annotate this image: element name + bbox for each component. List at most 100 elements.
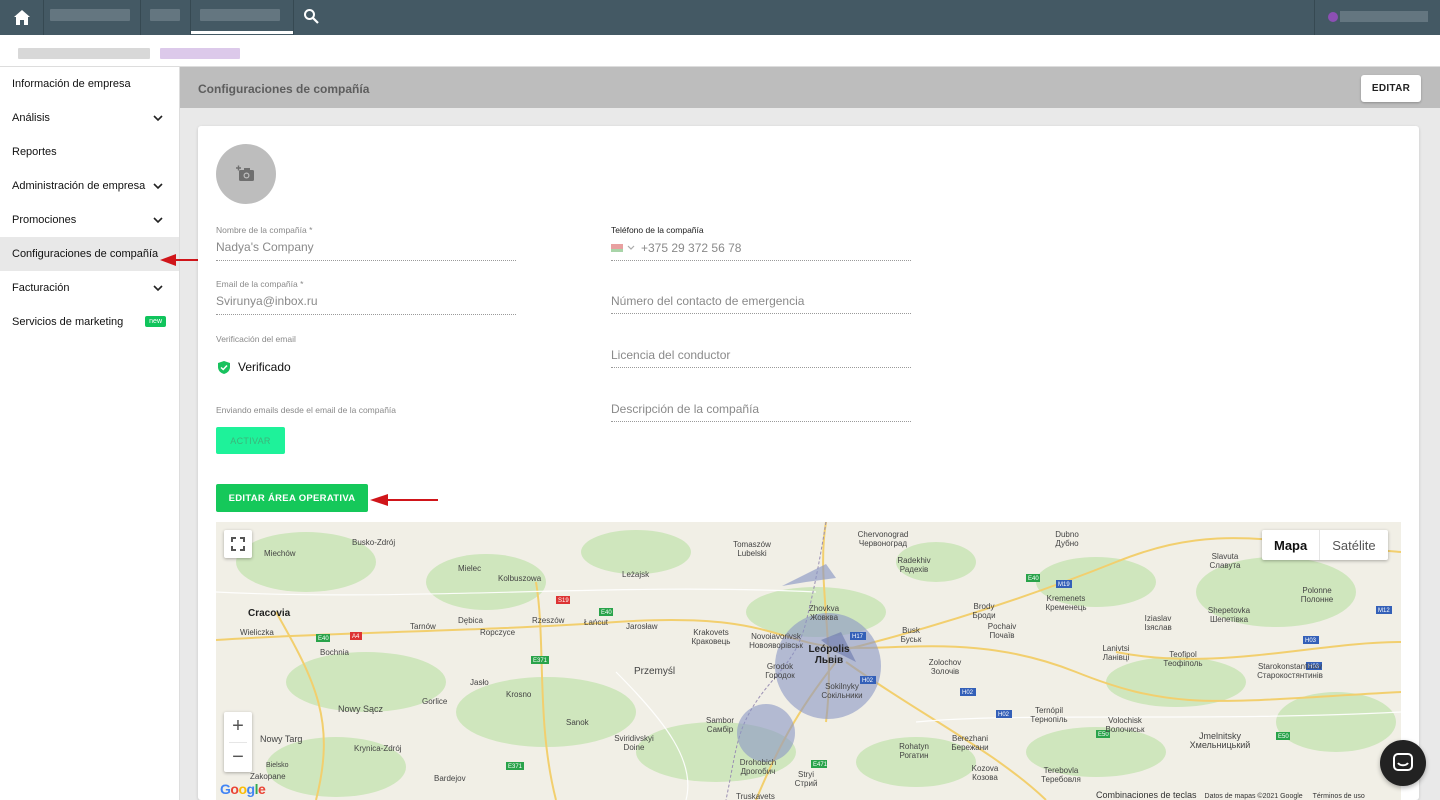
map-type-satellite[interactable]: Satélite	[1320, 530, 1387, 560]
map-label: Sambor Самбір	[705, 716, 734, 734]
nav-tab-2[interactable]	[150, 9, 180, 21]
emergency-contact-field[interactable]: Número del contacto de emergencia	[611, 294, 911, 314]
company-settings-card: Nombre de la compañía * Nadya's Company …	[198, 126, 1419, 800]
sidebar-item-label: Servicios de marketing	[12, 316, 124, 328]
nav-tab-1[interactable]	[50, 9, 130, 21]
svg-text:E40: E40	[318, 636, 329, 642]
divider	[43, 0, 44, 35]
terms-link[interactable]: Términos de uso	[1313, 793, 1365, 800]
company-logo-upload[interactable]	[216, 144, 276, 204]
shield-check-icon	[218, 360, 230, 374]
page-header: Configuraciones de compañía EDITAR	[180, 67, 1440, 108]
driver-license-field[interactable]: Licencia del conductor	[611, 348, 911, 368]
sidebar-item-label: Promociones	[12, 214, 77, 226]
zoom-out-button[interactable]: −	[224, 743, 252, 771]
chevron-down-icon	[153, 217, 163, 224]
map-data-attribution: Datos de mapas ©2021 Google	[1204, 793, 1303, 800]
map-label: Bardejov	[434, 774, 466, 783]
google-logo: Google	[220, 781, 266, 797]
sidebar-item-billing[interactable]: Facturación	[0, 271, 179, 305]
map-type-map[interactable]: Mapa	[1262, 530, 1321, 560]
emergency-contact-placeholder[interactable]: Número del contacto de emergencia	[611, 294, 911, 310]
map-label: Busk Буськ	[900, 626, 922, 644]
company-email-value[interactable]: Svirunya@inbox.ru	[216, 294, 516, 310]
svg-text:H02: H02	[962, 690, 974, 696]
driver-license-placeholder[interactable]: Licencia del conductor	[611, 348, 911, 364]
svg-text:E50: E50	[1278, 734, 1289, 740]
map-label: Miechów	[264, 549, 296, 558]
map-label: Teofipol Теофіполь	[1163, 650, 1203, 668]
annotation-arrow-icon	[370, 494, 438, 506]
edit-operating-area-button[interactable]: EDITAR ÁREA OPERATIVA	[216, 484, 368, 512]
svg-text:E471: E471	[813, 762, 828, 768]
home-icon[interactable]	[11, 6, 33, 28]
operating-area-map[interactable]: E40 A4 S19 E40 E371 H17 H02 E40 M19 H02 …	[216, 522, 1401, 800]
user-menu[interactable]	[1340, 11, 1428, 22]
nav-tab-3[interactable]	[200, 9, 280, 21]
edit-button[interactable]: EDITAR	[1361, 75, 1421, 102]
company-name-label: Nombre de la compañía *	[216, 225, 313, 235]
map-label: Nowy Targ	[260, 734, 303, 744]
sidebar-item-marketing[interactable]: Servicios de marketing new	[0, 305, 179, 339]
company-phone-value[interactable]: +375 29 372 56 78	[641, 241, 741, 255]
divider	[190, 0, 191, 35]
chat-button[interactable]	[1380, 740, 1426, 786]
sending-emails-label: Enviando emails desde el email de la com…	[216, 405, 397, 415]
breadcrumb-item[interactable]	[18, 48, 150, 59]
chat-icon	[1393, 753, 1413, 771]
chevron-down-icon[interactable]	[627, 245, 635, 251]
map-label: Leżajsk	[622, 570, 650, 579]
map-label: Krynica-Zdrój	[354, 744, 402, 753]
sidebar-item-promotions[interactable]: Promociones	[0, 203, 179, 237]
map-label: Radekhiv Радехів	[897, 556, 931, 574]
company-name-field[interactable]: Nombre de la compañía * Nadya's Company	[216, 225, 516, 261]
sidebar-item-label: Administración de empresa	[12, 180, 146, 192]
zoom-in-button[interactable]: +	[224, 712, 252, 740]
chevron-down-icon	[153, 115, 163, 122]
verified-status: Verificado	[218, 360, 291, 374]
map-label: Przemyśl	[634, 666, 676, 677]
search-icon[interactable]	[303, 8, 321, 26]
page-title: Configuraciones de compañía	[198, 82, 370, 96]
map-label: Leópolis Львів	[808, 644, 850, 666]
map-label: Sanok	[566, 718, 589, 727]
sidebar-item-reports[interactable]: Reportes	[0, 135, 179, 169]
company-description-placeholder[interactable]: Descripción de la compañía	[611, 402, 911, 418]
map-label: Łańcut	[584, 618, 609, 627]
map-label: Truskavets	[736, 792, 775, 800]
company-phone-field[interactable]: Teléfono de la compañía +375 29 372 56 7…	[611, 225, 911, 261]
new-badge: new	[145, 316, 166, 327]
add-photo-icon	[236, 165, 254, 181]
map-label: Iziaslav Ізяслав	[1144, 614, 1172, 632]
map-label: Sokilnyky Сокільники	[821, 682, 863, 700]
map-label: Kozova Козова	[971, 764, 999, 782]
company-name-value[interactable]: Nadya's Company	[216, 240, 516, 256]
email-verification-label: Verificación del email	[216, 334, 296, 344]
fullscreen-button[interactable]	[224, 530, 252, 558]
map-label: Zhovkva Жовква	[808, 604, 840, 622]
map-label: Bielsko	[266, 762, 289, 769]
map-label: Jasło	[470, 678, 489, 687]
breadcrumb-item[interactable]	[160, 48, 240, 59]
activate-button[interactable]: ACTIVAR	[216, 427, 285, 454]
chevron-down-icon	[153, 183, 163, 190]
sidebar-item-label: Facturación	[12, 282, 70, 294]
fullscreen-icon	[231, 537, 245, 551]
company-email-field[interactable]: Email de la compañía * Svirunya@inbox.ru	[216, 279, 516, 315]
country-flag-icon[interactable]	[611, 244, 623, 252]
map-label: Wieliczka	[240, 628, 274, 637]
map-label: Jarosław	[626, 622, 658, 631]
sidebar-item-company-info[interactable]: Información de empresa	[0, 67, 179, 101]
top-navigation-bar	[0, 0, 1440, 35]
chevron-down-icon	[153, 285, 163, 292]
map-label: Volochisk Волочиськ	[1105, 716, 1145, 734]
svg-text:H02: H02	[998, 712, 1010, 718]
map-label: Grodok Городок	[765, 662, 795, 680]
sidebar-item-company-settings[interactable]: Configuraciones de compañía	[0, 237, 179, 271]
company-description-field[interactable]: Descripción de la compañía	[611, 402, 911, 422]
keyboard-shortcuts-link[interactable]: Combinaciones de teclas	[1096, 790, 1197, 800]
user-avatar[interactable]	[1328, 12, 1338, 22]
sidebar-item-company-admin[interactable]: Administración de empresa	[0, 169, 179, 203]
map-footer: Combinaciones de teclas Datos de mapas ©…	[1096, 790, 1365, 800]
sidebar-item-analysis[interactable]: Análisis	[0, 101, 179, 135]
